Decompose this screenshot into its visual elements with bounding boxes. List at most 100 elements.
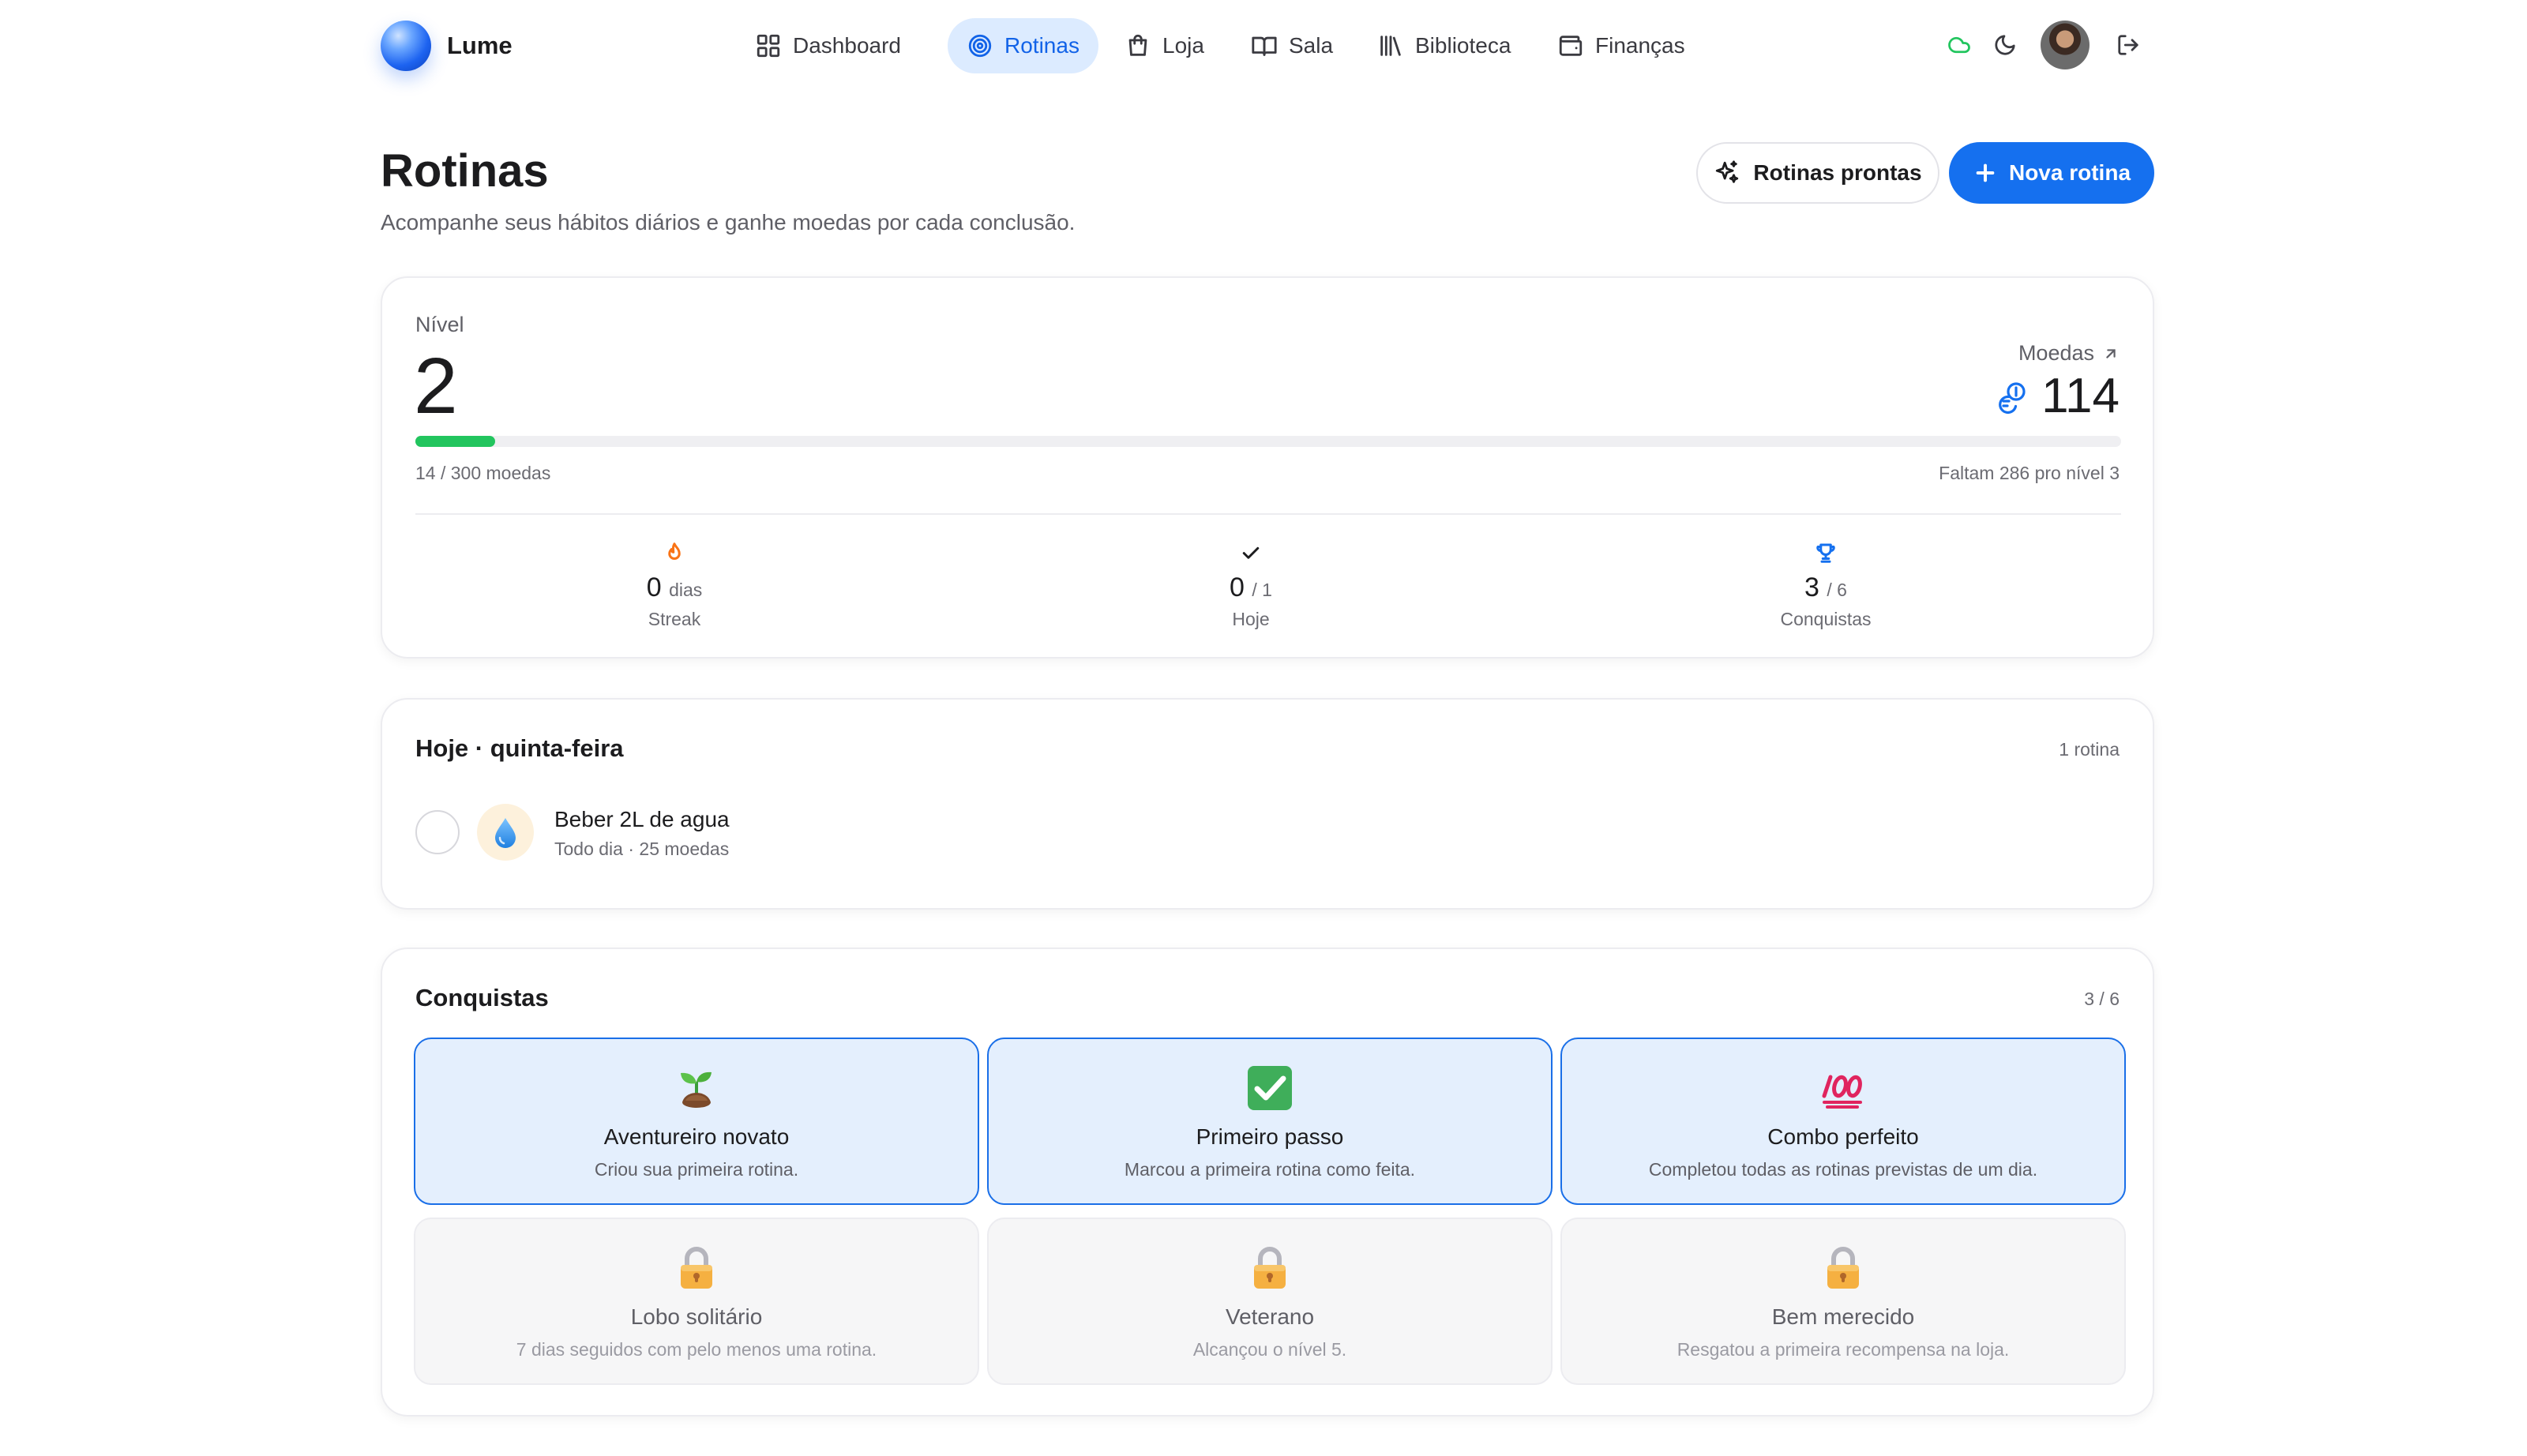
achievement-description: Resgatou a primeira recompensa na loja. <box>1677 1339 2010 1360</box>
sparkles-icon <box>1716 160 1739 183</box>
achievement-card: Primeiro passo Marcou a primeira rotina … <box>987 1038 1553 1205</box>
today-unit: / 1 <box>1252 580 1272 600</box>
achievement-card: Combo perfeito Completou todas as rotina… <box>1560 1038 2126 1205</box>
library-icon <box>1380 36 1401 56</box>
flame-icon <box>668 542 681 560</box>
progress-coins-text: 14 / 300 moedas <box>415 463 551 483</box>
coins-icon <box>1999 382 2026 415</box>
new-routine-label: Nova rotina <box>2008 160 2131 185</box>
today-value: 0 <box>1230 572 1245 602</box>
ready-routines-label: Rotinas prontas <box>1753 160 1922 185</box>
nav-sala-label: Sala <box>1289 33 1334 58</box>
streak-value: 0 <box>646 572 662 602</box>
achievement-title: Veterano <box>1225 1304 1315 1329</box>
grid-icon <box>757 34 780 58</box>
hundred-points-icon <box>1822 1075 1862 1109</box>
check-icon <box>1242 546 1260 559</box>
lock-icon <box>1827 1247 1859 1289</box>
level-label: Nível <box>415 313 464 336</box>
open-book-icon <box>1252 36 1277 56</box>
nav-dashboard[interactable]: Dashboard <box>755 18 901 73</box>
page-title: Rotinas <box>381 145 549 197</box>
achievements-title: Conquistas <box>415 984 549 1011</box>
plus-icon <box>1976 163 1995 182</box>
sync-status[interactable] <box>1944 30 1974 60</box>
achievements-unit: / 6 <box>1827 580 1847 600</box>
nav-financas-label: Finanças <box>1595 33 1685 58</box>
level-card: Nível 2 Moedas 114 14 / 300 moedas Falta… <box>381 276 2154 659</box>
achievement-description: Completou todas as rotinas previstas de … <box>1648 1159 2038 1180</box>
water-drop-icon <box>495 818 516 848</box>
achievement-title: Bem merecido <box>1771 1304 1915 1329</box>
logout-button[interactable] <box>2113 30 2143 60</box>
arrow-up-right-icon <box>2106 348 2116 358</box>
coins-balance: 114 <box>1992 366 2120 426</box>
coins-value: 114 <box>2041 369 2120 423</box>
achievement-description: Marcou a primeira rotina como feita. <box>1124 1159 1416 1180</box>
nav-biblioteca[interactable]: Biblioteca <box>1377 18 1511 73</box>
achievement-description: Alcançou o nível 5. <box>1192 1339 1347 1360</box>
today-count: 1 rotina <box>2059 739 2120 760</box>
stat-achievements: 3 / 6 Conquistas <box>1668 538 1984 630</box>
today-card: Hoje · quinta-feira 1 rotina Beber 2L de… <box>381 698 2154 910</box>
achievement-card-locked: Lobo solitário 7 dias seguidos com pelo … <box>414 1218 979 1385</box>
routine-icon-badge <box>477 804 534 861</box>
nav-sala[interactable]: Sala <box>1251 18 1333 73</box>
seedling-icon <box>681 1071 712 1108</box>
achievement-description: 7 dias seguidos com pelo menos uma rotin… <box>516 1339 877 1360</box>
coins-link[interactable]: Moedas <box>2018 341 2120 366</box>
progress-remaining-text: Faltam 286 pro nível 3 <box>1939 463 2120 483</box>
trophy-icon <box>1816 543 1835 563</box>
level-value: 2 <box>414 342 458 430</box>
achievements-count: 3 / 6 <box>2084 989 2120 1009</box>
nav-dashboard-label: Dashboard <box>793 33 901 58</box>
streak-unit: dias <box>669 580 703 600</box>
achievement-title: Lobo solitário <box>630 1304 763 1329</box>
achievement-title: Combo perfeito <box>1767 1124 1919 1149</box>
ready-routines-button[interactable]: Rotinas prontas <box>1696 142 1939 204</box>
today-title: Hoje · quinta-feira <box>415 734 624 762</box>
achievement-description: Criou sua primeira rotina. <box>594 1159 799 1180</box>
target-icon <box>968 34 992 58</box>
divider <box>415 513 2121 515</box>
achievement-card-locked: Veterano Alcançou o nível 5. <box>987 1218 1553 1385</box>
nav-financas[interactable]: Finanças <box>1557 18 1685 73</box>
achievement-title: Primeiro passo <box>1196 1124 1344 1149</box>
avatar[interactable] <box>2041 21 2090 69</box>
lock-icon <box>681 1247 712 1289</box>
brand-logo[interactable] <box>381 21 431 71</box>
wallet-icon <box>1559 36 1583 56</box>
brand-name[interactable]: Lume <box>447 30 513 62</box>
streak-label: Streak <box>648 609 701 629</box>
logout-icon <box>2118 35 2138 55</box>
lock-icon <box>1254 1247 1286 1289</box>
new-routine-button[interactable]: Nova rotina <box>1949 142 2154 204</box>
page-subtitle: Acompanhe seus hábitos diários e ganhe m… <box>381 210 1076 235</box>
theme-toggle[interactable] <box>1990 30 2020 60</box>
achievements-stat-label: Conquistas <box>1780 609 1872 629</box>
level-progress-fill <box>415 436 495 447</box>
nav-rotinas-label: Rotinas <box>1004 33 1080 58</box>
nav-loja[interactable]: Loja <box>1125 18 1204 73</box>
check-box-icon <box>1248 1066 1292 1110</box>
nav-biblioteca-label: Biblioteca <box>1415 33 1511 58</box>
moon-icon <box>1995 35 2015 55</box>
nav-loja-label: Loja <box>1162 33 1204 58</box>
level-progress-bar <box>415 436 2121 447</box>
achievement-card: Aventureiro novato Criou sua primeira ro… <box>414 1038 979 1205</box>
coins-label: Moedas <box>2018 341 2094 365</box>
achievement-title: Aventureiro novato <box>603 1124 790 1149</box>
nav-rotinas[interactable]: Rotinas <box>948 18 1098 73</box>
routine-meta: Todo dia · 25 moedas <box>554 839 730 859</box>
achievements-card: Conquistas 3 / 6 Aventureiro novato Crio… <box>381 948 2154 1417</box>
today-label: Hoje <box>1232 609 1270 629</box>
achievements-value: 3 <box>1804 572 1819 602</box>
cloud-icon <box>1948 36 1970 54</box>
routine-complete-checkbox[interactable] <box>415 810 460 854</box>
top-header: Lume Dashboard Rotinas Loja Sala Bibliot… <box>0 0 2527 92</box>
achievement-card-locked: Bem merecido Resgatou a primeira recompe… <box>1560 1218 2126 1385</box>
stat-streak: 0 dias Streak <box>516 538 832 630</box>
stat-today: 0 / 1 Hoje <box>1093 538 1409 630</box>
shopping-bag-icon <box>1128 34 1147 56</box>
routine-name[interactable]: Beber 2L de agua <box>554 807 730 832</box>
